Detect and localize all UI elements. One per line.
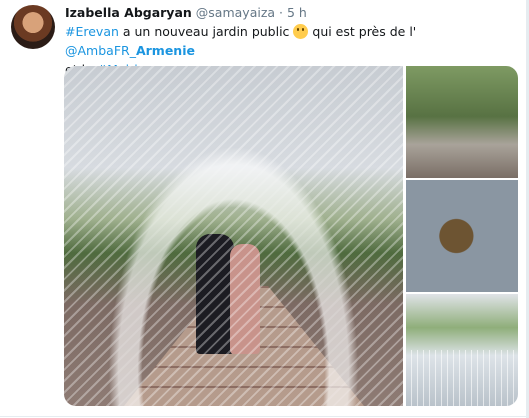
mention-bold: Armenie <box>135 43 195 58</box>
water-jets <box>406 350 518 406</box>
photo-statue-child[interactable] <box>406 180 518 292</box>
photo-fountain-jets[interactable] <box>406 294 518 406</box>
hashtag-erevan[interactable]: #Erevan <box>65 24 119 39</box>
photo-main[interactable] <box>64 66 403 406</box>
tweet-divider <box>0 416 529 417</box>
fountain-arch <box>64 66 403 406</box>
author-name[interactable]: Izabella Abgaryan <box>65 5 192 20</box>
smiling-face-icon <box>293 24 309 39</box>
mention-prefix: @AmbaFR_ <box>65 43 136 58</box>
mention-ambafr-armenie[interactable]: @AmbaFR_Armenie <box>65 43 195 58</box>
author-handle[interactable]: @samayaiza <box>196 5 275 20</box>
tweet-time[interactable]: 5 h <box>287 5 307 20</box>
tweet[interactable]: Izabella Abgaryan @samayaiza · 5 h #Erev… <box>0 0 529 418</box>
media-grid <box>64 66 518 406</box>
avatar[interactable] <box>11 5 55 49</box>
text-part-2: qui est près de l' <box>308 24 417 39</box>
photo-statue-fountain[interactable] <box>406 66 518 178</box>
time-separator: · <box>279 5 284 20</box>
text-part-1: a un nouveau jardin public <box>118 24 294 39</box>
tweet-header: Izabella Abgaryan @samayaiza · 5 h <box>65 5 307 20</box>
